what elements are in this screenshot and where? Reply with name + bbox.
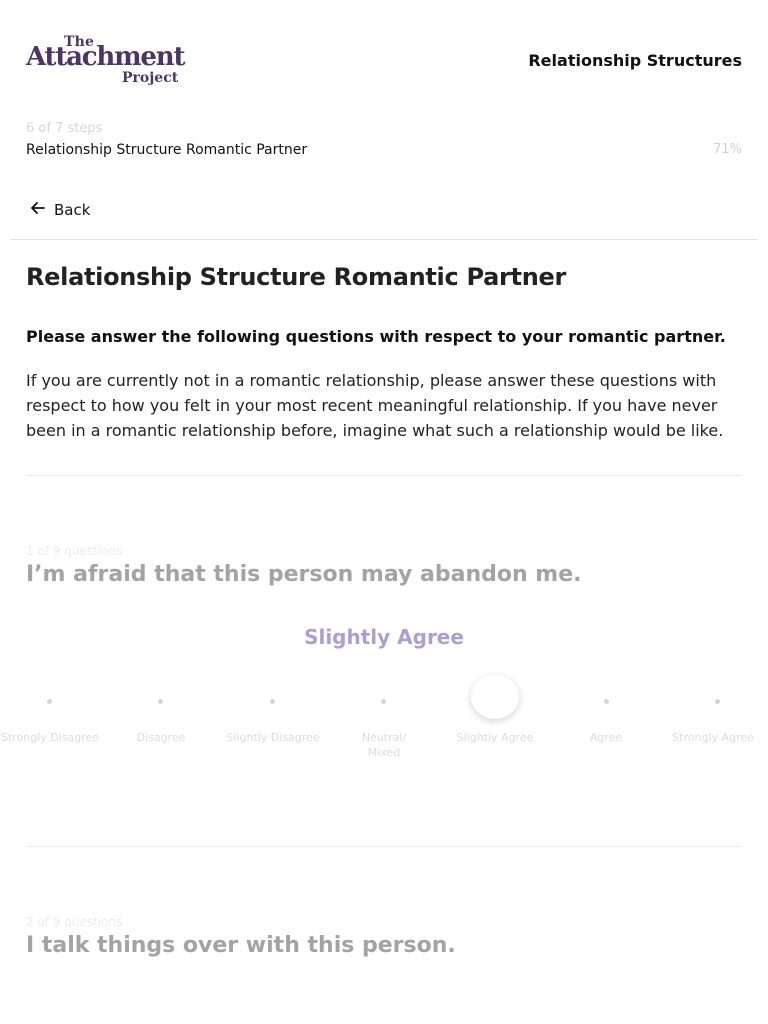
question-1-selected-label: Slightly Agree xyxy=(304,625,464,649)
section-divider xyxy=(26,475,742,476)
scale-option-disagree[interactable] xyxy=(158,699,163,704)
question-1-count: 1 of 9 questions xyxy=(26,544,123,558)
step-name: Relationship Structure Romantic Partner xyxy=(26,142,308,158)
back-button[interactable]: Back xyxy=(28,198,90,222)
steps-counter: 6 of 7 steps xyxy=(26,121,103,136)
scale-label-agree: Agree xyxy=(589,731,623,744)
question-divider xyxy=(26,846,742,847)
scale-label-slightly-disagree: Slightly Disagree xyxy=(226,731,320,744)
logo-main: Attachment xyxy=(26,42,185,72)
question-2-count: 2 of 9 questions xyxy=(26,915,123,929)
scale-option-agree[interactable] xyxy=(604,699,609,704)
header-title: Relationship Structures xyxy=(528,51,742,70)
page: The Attachment Project Relationship Stru… xyxy=(0,0,768,1024)
section-title: Relationship Structure Romantic Partner xyxy=(26,263,567,291)
scale-option-strongly-agree[interactable] xyxy=(715,699,720,704)
scale-option-strongly-disagree[interactable] xyxy=(47,699,52,704)
instruction-text: If you are currently not in a romantic r… xyxy=(26,371,724,440)
question-2-text: I talk things over with this person. xyxy=(26,933,456,958)
scale-label-strongly-agree: Strongly Agree xyxy=(672,731,754,744)
scale-option-slightly-disagree[interactable] xyxy=(270,699,275,704)
header-divider xyxy=(10,239,758,240)
arrow-left-icon xyxy=(28,198,48,222)
back-label: Back xyxy=(54,201,91,219)
logo-project: Project xyxy=(122,70,179,86)
scale-label-disagree: Disagree xyxy=(136,731,186,744)
scale-option-neutral[interactable] xyxy=(381,699,386,704)
brand-logo[interactable]: The Attachment Project xyxy=(26,34,185,90)
scale-label-slightly-agree: Slightly Agree xyxy=(456,731,534,744)
scale-label-strongly-disagree: Strongly Disagree xyxy=(0,731,100,744)
scale-selected-knob[interactable] xyxy=(471,675,519,719)
question-1-text: I’m afraid that this person may abandon … xyxy=(26,562,582,587)
scale-label-neutral: Neutral/ Mixed xyxy=(361,731,407,759)
progress-percent: 71% xyxy=(713,142,742,157)
instruction-bold: Please answer the following questions wi… xyxy=(26,327,726,346)
